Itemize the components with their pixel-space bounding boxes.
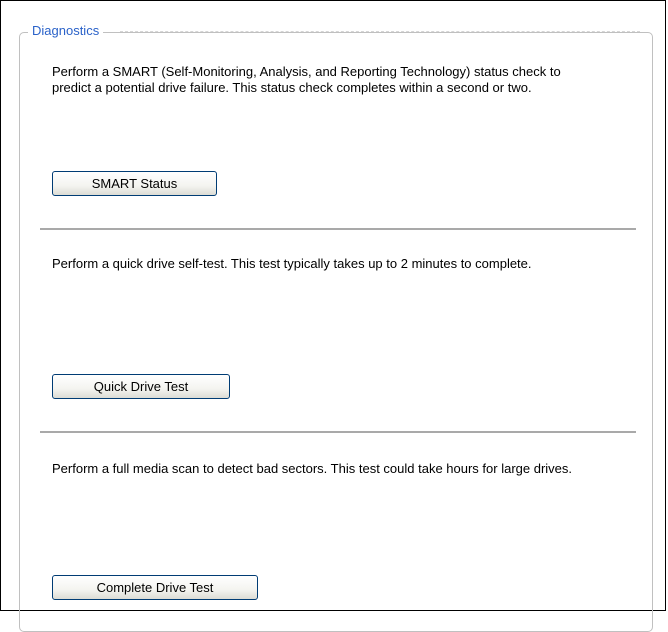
section-divider <box>40 431 636 433</box>
smart-status-section: Perform a SMART (Self-Monitoring, Analys… <box>52 64 592 96</box>
quick-drive-test-description: Perform a quick drive self-test. This te… <box>52 256 532 271</box>
smart-status-description: Perform a SMART (Self-Monitoring, Analys… <box>52 64 561 95</box>
diagnostics-legend: Diagnostics <box>28 22 104 40</box>
complete-drive-test-section: Perform a full media scan to detect bad … <box>52 461 592 477</box>
quick-drive-test-button[interactable]: Quick Drive Test <box>52 374 230 399</box>
complete-drive-test-button[interactable]: Complete Drive Test <box>52 575 258 600</box>
complete-drive-test-description: Perform a full media scan to detect bad … <box>52 461 573 476</box>
quick-drive-test-section: Perform a quick drive self-test. This te… <box>52 256 592 272</box>
smart-status-button[interactable]: SMART Status <box>52 171 217 196</box>
section-divider <box>40 228 636 230</box>
legend-dashed-line <box>120 31 640 32</box>
diagnostics-fieldset <box>19 32 653 632</box>
